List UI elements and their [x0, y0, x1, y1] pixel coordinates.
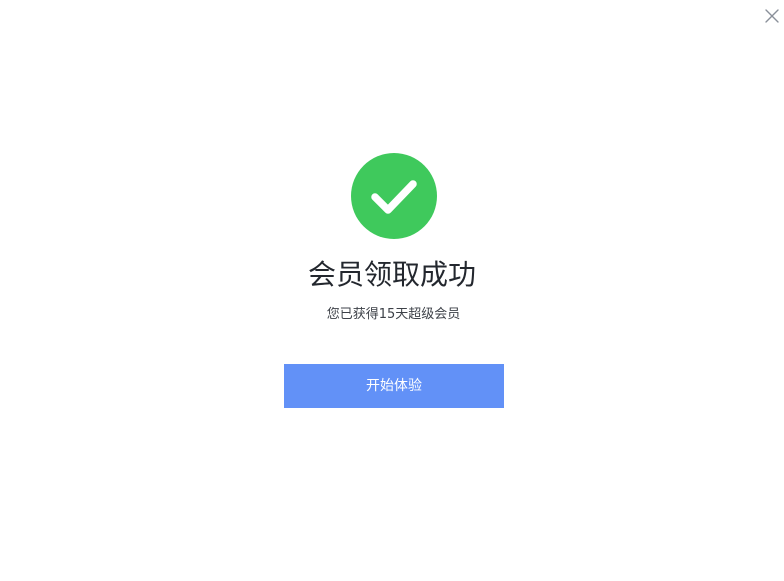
- dialog-subtitle: 您已获得15天超级会员: [326, 307, 461, 322]
- close-icon: [765, 9, 779, 23]
- membership-success-dialog: 会员领取成功 您已获得15天超级会员 开始体验: [0, 0, 784, 581]
- start-experience-button[interactable]: 开始体验: [284, 364, 504, 408]
- check-circle-icon: [351, 153, 437, 239]
- close-button[interactable]: [763, 7, 781, 25]
- dialog-title: 会员领取成功: [307, 258, 476, 291]
- success-badge: [351, 153, 437, 239]
